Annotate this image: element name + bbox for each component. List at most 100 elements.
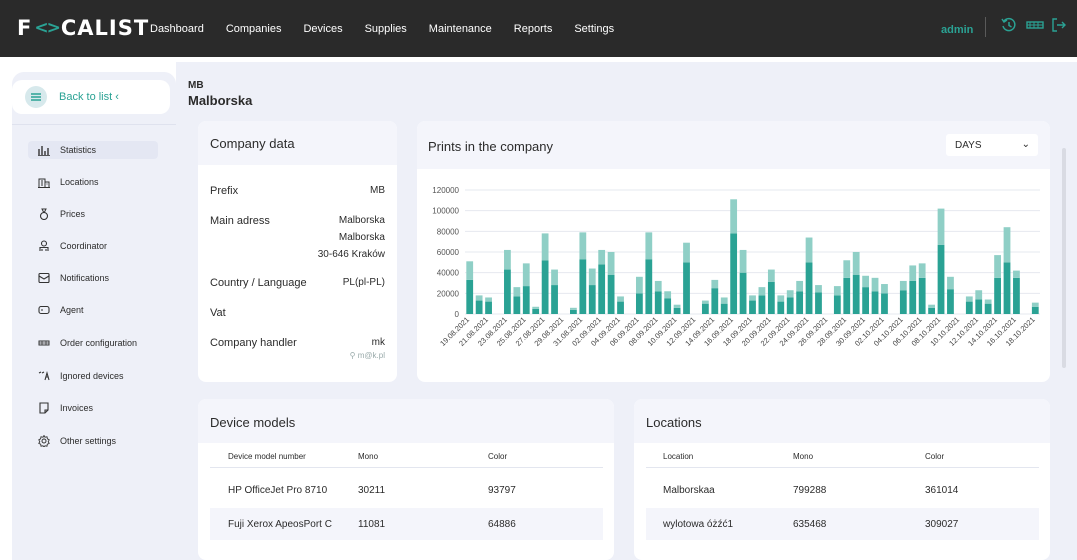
sidebar-item-coordinator[interactable]: Coordinator — [36, 238, 107, 254]
address-line-2: Malborska — [338, 232, 385, 243]
sidebar-item-prices[interactable]: Prices — [36, 206, 85, 222]
bar-color — [947, 276, 954, 290]
menu-icon[interactable] — [25, 86, 47, 108]
bar-mono — [720, 303, 728, 314]
prefix-label: Prefix — [210, 185, 239, 197]
back-to-list-label[interactable]: Back to list ‹ — [59, 91, 119, 103]
locations-title: Locations — [646, 415, 702, 430]
bar-color — [805, 237, 813, 263]
bar-mono — [852, 274, 860, 314]
bar-color — [777, 295, 785, 302]
bar-mono — [513, 296, 521, 314]
cart-icon[interactable] — [1025, 16, 1045, 36]
column-header[interactable]: Mono — [793, 452, 813, 461]
table-cell: wylotowa óżźć1 — [663, 519, 734, 530]
user-menu[interactable]: admin — [941, 24, 973, 36]
bar-color — [504, 249, 511, 270]
y-tick-label: 0 — [455, 310, 460, 319]
bar-color — [522, 263, 530, 287]
scrollbar[interactable] — [1062, 148, 1066, 368]
bar-color — [485, 297, 492, 302]
sidebar-item-other-settings[interactable]: Other settings — [36, 433, 116, 449]
bar-mono — [607, 274, 615, 314]
bar-color — [899, 280, 907, 291]
bar-color — [994, 255, 1001, 278]
sidebar-item-invoices[interactable]: Invoices — [36, 400, 93, 416]
logout-icon[interactable] — [1050, 16, 1070, 36]
sidebar-item-label: Ignored devices — [60, 371, 124, 381]
bar-color — [1031, 302, 1039, 307]
bar-color — [654, 280, 662, 292]
device-models-title: Device models — [210, 415, 296, 430]
nav-supplies[interactable]: Supplies — [365, 23, 407, 35]
bar-color — [833, 286, 841, 296]
period-select[interactable]: DAYS ⌄ — [946, 134, 1038, 156]
bar-color — [815, 285, 822, 293]
table-divider — [210, 467, 603, 468]
main-nav: Dashboard Companies Devices Supplies Mai… — [150, 0, 636, 57]
handler-email[interactable]: ⚲ m@k.pl — [350, 351, 385, 360]
gear-icon — [36, 435, 52, 447]
bar-color — [598, 249, 606, 265]
bar-mono — [522, 286, 530, 314]
nav-settings[interactable]: Settings — [574, 23, 614, 35]
table-cell: 11081 — [358, 519, 386, 530]
bar-mono — [466, 279, 474, 314]
bar-color — [984, 299, 992, 304]
bar-mono — [994, 277, 1001, 314]
sidebar-item-locations[interactable]: Locations — [36, 174, 99, 190]
bar-color — [664, 291, 672, 299]
link-icon: ⚲ — [349, 351, 358, 360]
table-cell: Fuji Xerox ApeosPort C — [228, 519, 332, 530]
bar-color — [720, 297, 728, 304]
vat-label: Vat — [210, 307, 226, 319]
bar-color — [871, 277, 879, 292]
sidebar-item-notifications[interactable]: Notifications — [36, 270, 109, 286]
sidebar-item-label: Agent — [60, 305, 84, 315]
column-header[interactable]: Device model number — [228, 452, 306, 461]
bar-mono — [579, 259, 587, 314]
nav-dashboard[interactable]: Dashboard — [150, 23, 204, 35]
sidebar-item-label: Notifications — [60, 273, 110, 283]
table-cell: Malborskaa — [663, 485, 715, 496]
y-tick-label: 100000 — [432, 207, 459, 216]
bar-mono — [947, 289, 954, 314]
bar-mono — [749, 300, 756, 314]
nav-companies[interactable]: Companies — [226, 23, 282, 35]
history-icon[interactable] — [1000, 16, 1020, 36]
table-cell: 93797 — [488, 485, 516, 496]
column-header[interactable]: Location — [663, 452, 693, 461]
prints-bar-chart: 02000040000600008000010000012000019.08.2… — [432, 186, 1040, 348]
column-header[interactable]: Color — [488, 452, 507, 461]
bar-mono — [758, 295, 766, 314]
y-tick-label: 80000 — [437, 227, 460, 236]
column-header[interactable]: Color — [925, 452, 944, 461]
nav-maintenance[interactable]: Maintenance — [429, 23, 492, 35]
bar-color — [513, 287, 521, 297]
ignored-device-icon — [36, 370, 52, 382]
nav-reports[interactable]: Reports — [514, 23, 553, 35]
bar-color — [645, 232, 653, 260]
bar-mono — [1003, 262, 1011, 314]
nav-devices[interactable]: Devices — [303, 23, 342, 35]
sidebar-item-label: Other settings — [60, 436, 117, 446]
table-divider — [646, 467, 1039, 468]
sidebar-item-statistics[interactable]: Statistics — [36, 142, 96, 158]
column-header[interactable]: Mono — [358, 452, 378, 461]
bar-mono — [937, 244, 945, 314]
bar-color — [937, 208, 945, 245]
sidebar-item-order-configuration[interactable]: Order configuration — [36, 335, 137, 351]
app-logo[interactable]: F <> CALIST — [17, 16, 149, 40]
bar-mono — [786, 297, 794, 314]
bar-mono — [701, 303, 709, 314]
bar-color — [588, 268, 596, 286]
address-line-3: 30-646 Kraków — [317, 249, 385, 260]
bar-color — [579, 232, 587, 260]
address-label: Main adress — [210, 215, 270, 227]
sidebar-item-ignored-devices[interactable]: Ignored devices — [36, 368, 124, 384]
bar-mono — [1031, 306, 1039, 314]
page-title: Malborska — [188, 93, 253, 108]
bar-color — [1003, 227, 1011, 263]
sidebar-item-agent[interactable]: Agent — [36, 302, 84, 318]
handler-label: Company handler — [210, 337, 297, 349]
